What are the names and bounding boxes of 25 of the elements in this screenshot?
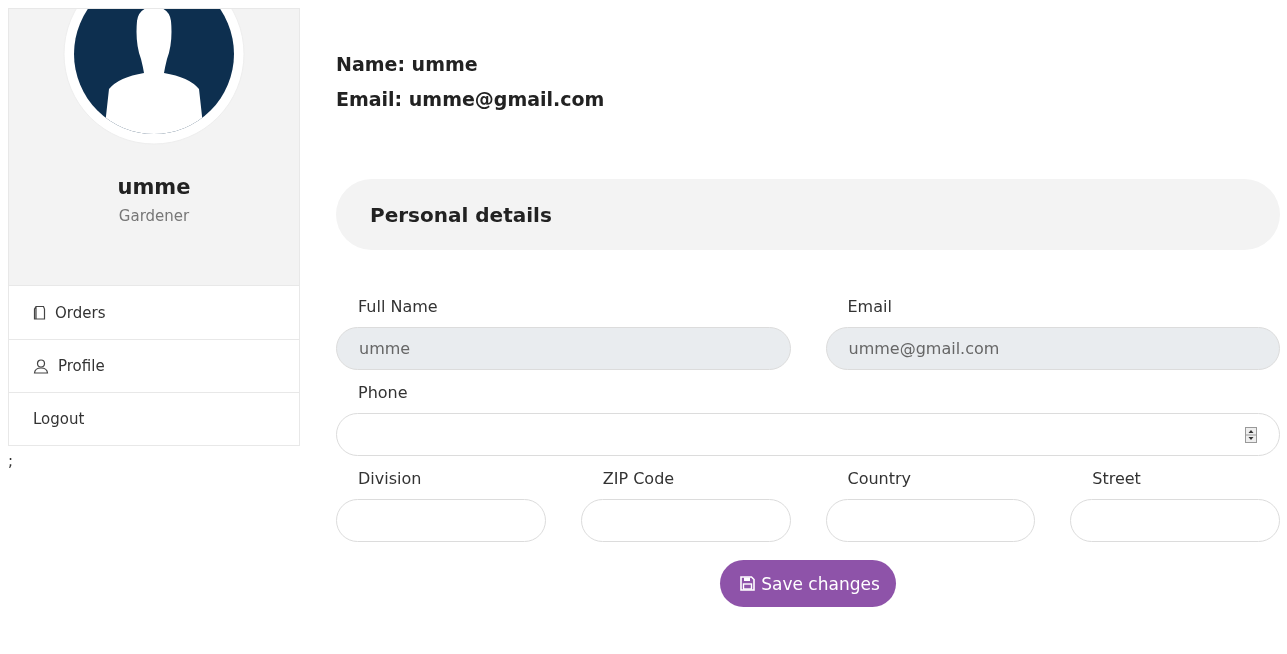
- spinner-icon[interactable]: [1245, 426, 1257, 443]
- user-role: Gardener: [118, 207, 190, 225]
- menu-item[interactable]: Orders: [9, 286, 299, 339]
- save-icon: [740, 576, 756, 591]
- field-label: ZIP Code: [601, 470, 676, 488]
- field-label: Email: [846, 298, 893, 316]
- stray-text: ;: [8, 452, 15, 470]
- user-name: umme: [117, 175, 191, 199]
- input-field[interactable]: [336, 499, 546, 542]
- field-label: Division: [357, 470, 423, 488]
- menu-item[interactable]: Logout: [9, 392, 299, 445]
- field-label: Country: [846, 470, 913, 488]
- input-field[interactable]: [336, 413, 1280, 456]
- user-email-line: Email: umme@gmail.com: [336, 87, 606, 112]
- menu-item[interactable]: Profile: [9, 339, 299, 392]
- save-button[interactable]: Save changes: [720, 560, 896, 607]
- section-header: Personal details: [336, 179, 1280, 250]
- field-label: Street: [1091, 470, 1142, 488]
- user-icon: [33, 358, 49, 374]
- shopping-bag-icon: [33, 305, 46, 320]
- user-name-line: Name: umme: [336, 52, 479, 77]
- input-field[interactable]: [580, 499, 791, 542]
- field-label: Full Name: [357, 298, 439, 316]
- field-label: Phone: [357, 384, 409, 402]
- input-field[interactable]: [1070, 499, 1280, 542]
